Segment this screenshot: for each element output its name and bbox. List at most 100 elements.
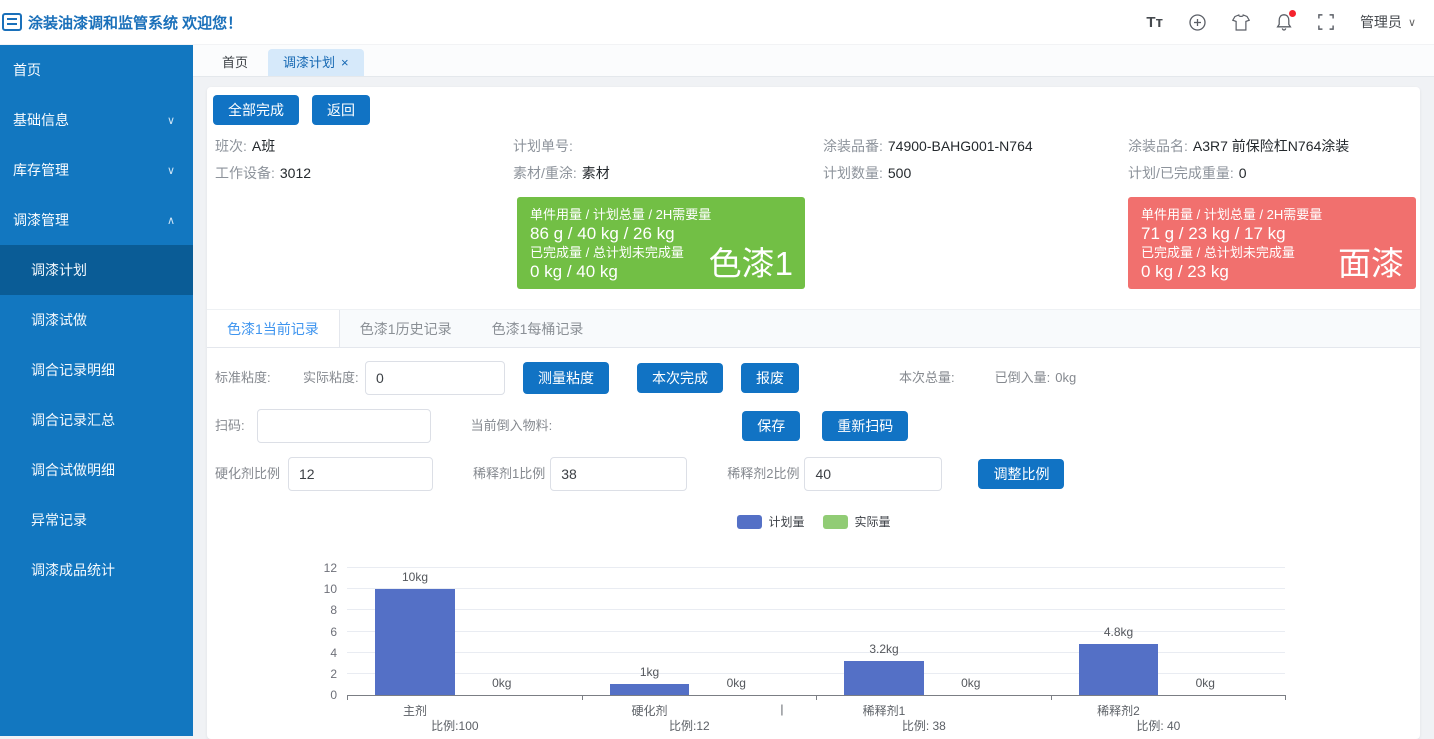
part-name-value: A3R7 前保险杠N764涂装	[1193, 138, 1349, 154]
sidebar-item-inventory[interactable]: 库存管理 ∨	[0, 145, 193, 195]
measure-viscosity-button[interactable]: 测量粘度	[523, 362, 609, 394]
bell-icon[interactable]	[1276, 13, 1292, 31]
legend-swatch-actual	[823, 515, 848, 529]
x-axis-category-label: 硬化剂	[631, 702, 667, 719]
card-line1-label: 单件用量 / 计划总量 / 2H需要量	[1141, 206, 1403, 223]
sidebar-subitem-label: 调漆成品统计	[31, 560, 115, 580]
hardener-ratio-label: 硬化剂比例	[215, 466, 280, 482]
user-menu[interactable]: 管理员 ∨	[1360, 12, 1416, 32]
tab-paint-plan[interactable]: 调漆计划 ×	[268, 49, 364, 76]
plan-bar	[1079, 644, 1159, 695]
sidebar-subitem-finished-stats[interactable]: 调漆成品统计	[0, 545, 193, 595]
y-axis-tick-label: 2	[330, 667, 337, 681]
thinner2-ratio-input[interactable]	[804, 457, 942, 491]
finish-all-button[interactable]: 全部完成	[213, 95, 299, 125]
std-viscosity-label: 标准粘度:	[215, 370, 271, 386]
complete-button[interactable]: 本次完成	[637, 363, 723, 393]
actual-value-label: 0kg	[961, 676, 980, 690]
y-axis-tick-label: 10	[324, 582, 337, 596]
scan-input[interactable]	[257, 409, 431, 443]
ratio-row: 硬化剂比例 稀释剂1比例 稀释剂2比例 调整比例	[207, 457, 1420, 491]
card-name: 面漆	[1338, 237, 1404, 285]
tab-history-record[interactable]: 色漆1历史记录	[340, 310, 472, 347]
close-icon[interactable]: ×	[341, 49, 349, 76]
font-size-icon[interactable]: Tт	[1146, 14, 1163, 31]
chart-plot-area: 02468101210kg0kg主剂比例:1001kg0kg硬化剂比例:123.…	[347, 568, 1285, 696]
sidebar-subitem-label: 调漆计划	[31, 260, 87, 280]
bar-value-label: 1kg	[640, 665, 659, 679]
chevron-down-icon: ∨	[1408, 16, 1416, 29]
thinner2-ratio-label: 稀释剂2比例	[727, 466, 799, 482]
sidebar-item-paint-mgmt[interactable]: 调漆管理 ∧	[0, 195, 193, 245]
plan-bar	[844, 661, 924, 695]
tab-current-record[interactable]: 色漆1当前记录	[207, 310, 340, 347]
scan-row: 扫码: 当前倒入物料: 保存 重新扫码	[207, 409, 1420, 443]
y-axis-tick-label: 6	[330, 625, 337, 639]
info-col-2: 计划单号: 素材/重涂:素材	[513, 133, 610, 187]
sidebar-subitem-paint-plan[interactable]: 调漆计划	[0, 245, 193, 295]
legend-item-actual[interactable]: 实际量	[823, 513, 891, 530]
save-button[interactable]: 保存	[742, 411, 800, 441]
chevron-up-icon: ∧	[167, 214, 175, 227]
top-bar: 涂装油漆调和监管系统 欢迎您！ Tт 管理员 ∨	[0, 0, 1434, 45]
tab-barrel-record[interactable]: 色漆1每桶记录	[472, 310, 604, 347]
theme-shirt-icon[interactable]	[1232, 14, 1250, 31]
sidebar-subitem-paint-trial[interactable]: 调漆试做	[0, 295, 193, 345]
sidebar-subitem-mix-trial-detail[interactable]: 调合试做明细	[0, 445, 193, 495]
user-name: 管理员	[1360, 12, 1402, 32]
plan-bar	[375, 589, 455, 695]
x-axis-ratio-label: 比例: 40	[1136, 717, 1180, 734]
info-col-4: 涂装品名:A3R7 前保险杠N764涂装 计划/已完成重量:0	[1128, 133, 1349, 187]
sidebar-item-home[interactable]: 首页	[0, 45, 193, 95]
mix-chart: 计划量 实际量 02468101210kg0kg主剂比例:1001kg0kg硬化…	[207, 513, 1420, 738]
record-tabs: 色漆1当前记录 色漆1历史记录 色漆1每桶记录	[207, 309, 1420, 348]
current-material-label: 当前倒入物料:	[471, 418, 553, 434]
x-axis-tick	[1285, 695, 1286, 700]
circle-plus-icon[interactable]	[1189, 14, 1206, 31]
actual-value-label: 0kg	[727, 676, 746, 690]
part-name-label: 涂装品名:	[1128, 138, 1188, 154]
tab-label: 首页	[222, 49, 248, 76]
part-no-value: 74900-BAHG001-N764	[888, 138, 1033, 154]
y-axis-tick-label: 8	[330, 603, 337, 617]
back-button[interactable]: 返回	[312, 95, 370, 125]
legend-item-plan[interactable]: 计划量	[736, 513, 804, 530]
info-col-1: 班次:A班 工作设备:3012	[215, 133, 311, 187]
thinner1-ratio-input[interactable]	[550, 457, 687, 491]
sidebar-item-label: 基础信息	[13, 110, 69, 130]
main-area: 首页 调漆计划 × 全部完成 返回 班次:A班 工作设备:3012 计划单号: …	[193, 45, 1434, 736]
sidebar-subitem-abnormal-record[interactable]: 异常记录	[0, 495, 193, 545]
plan-bar	[610, 684, 690, 695]
actual-viscosity-input[interactable]	[365, 361, 505, 395]
plan-no-label: 计划单号:	[513, 138, 573, 154]
fullscreen-icon[interactable]	[1318, 14, 1334, 30]
chart-bar-group: 3.2kg0kg稀释剂1比例: 38	[816, 568, 1051, 695]
legend-swatch-plan	[736, 515, 761, 529]
chevron-down-icon: ∨	[167, 164, 175, 177]
x-axis-ratio-label: 比例: 38	[902, 717, 946, 734]
sidebar-subitem-mix-record-summary[interactable]: 调合记录汇总	[0, 395, 193, 445]
sidebar-item-basic-info[interactable]: 基础信息 ∨	[0, 95, 193, 145]
x-axis-tick	[582, 695, 583, 700]
viscosity-row: 标准粘度: 实际粘度: 测量粘度 本次完成 报废 本次总量: 已倒入量: 0kg	[207, 361, 1420, 395]
chevron-down-icon: ∨	[167, 114, 175, 127]
hardener-ratio-input[interactable]	[288, 457, 433, 491]
sidebar-subitem-label: 调漆试做	[31, 310, 87, 330]
thinner1-ratio-label: 稀释剂1比例	[473, 466, 545, 482]
y-axis-tick-label: 12	[324, 561, 337, 575]
rescan-button[interactable]: 重新扫码	[822, 411, 908, 441]
app-logo	[2, 12, 22, 32]
x-axis-tick	[347, 695, 348, 700]
color-paint-card[interactable]: 单件用量 / 计划总量 / 2H需要量 86 g / 40 kg / 26 kg…	[517, 197, 805, 289]
sidebar-subitem-label: 调合记录汇总	[31, 410, 115, 430]
actual-value-label: 0kg	[492, 676, 511, 690]
sidebar-item-label: 库存管理	[13, 160, 69, 180]
top-coat-card[interactable]: 单件用量 / 计划总量 / 2H需要量 71 g / 23 kg / 17 kg…	[1128, 197, 1416, 289]
scrap-button[interactable]: 报废	[741, 363, 799, 393]
adjust-ratio-button[interactable]: 调整比例	[978, 459, 1064, 489]
tab-home[interactable]: 首页	[207, 49, 263, 76]
x-axis-ratio-label: 比例:100	[431, 717, 478, 734]
sidebar-subitem-mix-record-detail[interactable]: 调合记录明细	[0, 345, 193, 395]
qty-label: 计划数量:	[823, 165, 883, 181]
sidebar-subitem-label: 异常记录	[31, 510, 87, 530]
